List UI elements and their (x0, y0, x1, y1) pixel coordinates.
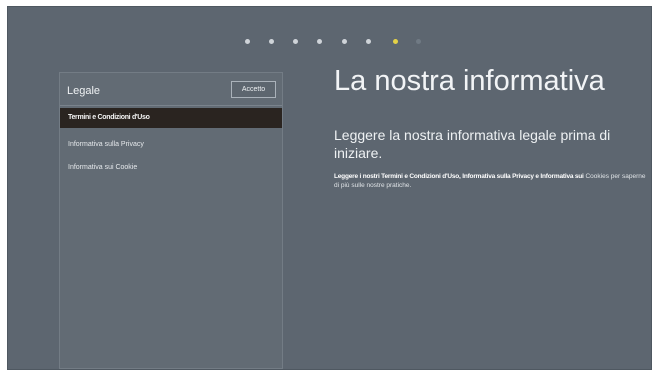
body-text-bold: Leggere i nostri Termini e Condizioni d'… (334, 173, 584, 180)
page-subtitle: Leggere la nostra informativa legale pri… (334, 127, 611, 161)
pagination-dot (416, 39, 421, 44)
pagination-dot (293, 39, 298, 44)
pagination-dot (342, 39, 347, 44)
pagination-dot (245, 39, 250, 44)
accept-button[interactable]: Accetto (231, 81, 276, 98)
menu-item-cookies[interactable]: Informativa sui Cookie (60, 158, 282, 178)
menu-item-privacy[interactable]: Informativa sulla Privacy (60, 135, 282, 155)
menu-item-terms[interactable]: Termini e Condizioni d'Uso (60, 108, 282, 128)
pagination-dots (8, 39, 651, 47)
screen: Legale Accetto Termini e Condizioni d'Us… (7, 6, 652, 370)
page-title: La nostra informativa (334, 65, 605, 97)
pagination-dot (269, 39, 274, 44)
body-text: Leggere i nostri Termini e Condizioni d'… (334, 172, 649, 190)
panel-title: Legale (67, 85, 101, 97)
pagination-dot (366, 39, 371, 44)
pagination-dot-active (393, 39, 398, 44)
panel-divider (60, 105, 282, 106)
legal-panel: Legale Accetto Termini e Condizioni d'Us… (59, 72, 283, 369)
pagination-dot (317, 39, 322, 44)
